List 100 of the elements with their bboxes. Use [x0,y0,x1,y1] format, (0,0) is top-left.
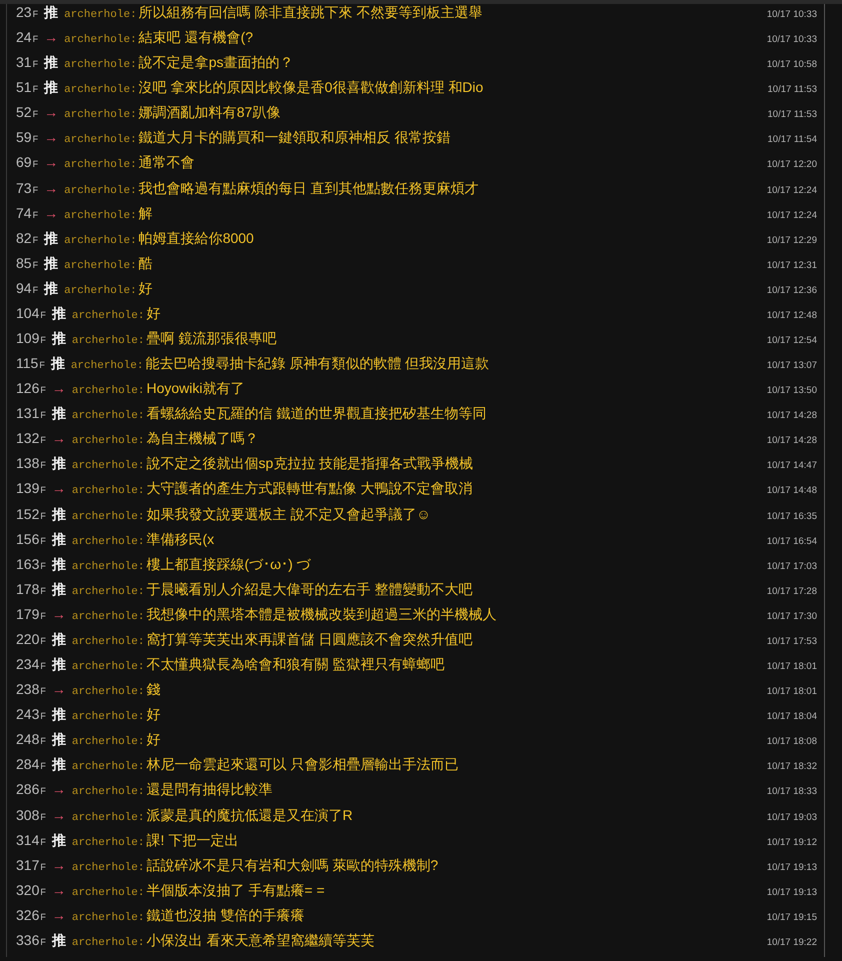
comment-tag: → [52,902,66,928]
comment-time: 10/17 18:33 [766,785,817,800]
comment-time: 10/17 18:01 [766,660,817,674]
comment-text: 好 [146,705,162,724]
floor-number: 73 F [16,178,38,198]
floor-number: 82 F [16,228,38,248]
username: archerhole: [64,234,137,249]
comment-text: 好 [146,730,162,750]
username: archerhole: [72,434,144,450]
comment-tag: 推 [52,326,66,352]
comment-tag: 推 [50,351,65,376]
comment-tag: 推 [44,276,58,301]
comment-time: 10/17 11:54 [768,133,817,148]
comment-tag: → [52,852,66,878]
floor-number: 317 F [16,856,46,875]
comment-tag: → [44,100,58,126]
comment-tag: 推 [52,727,66,752]
username: archerhole: [72,459,144,474]
comment-text: 好 [146,304,162,323]
comment-tag: 推 [44,250,58,276]
comment-time: 10/17 14:28 [766,434,817,448]
comment-text: 于晨曦看別人介紹是大偉哥的左右手 整體變動不大吧 [146,580,474,599]
comment-text: 課! 下把一定出 [146,830,240,850]
comment-tag: 推 [52,451,66,476]
comment-text: 不太懂典獄長為啥會和狼有關 監獄裡只有蟑螂吧 [146,655,446,674]
comment-time: 10/17 17:53 [766,634,817,649]
comment-tag: 推 [52,928,66,953]
username: archerhole: [64,58,137,74]
floor-number: 74F [16,204,38,223]
comment-tag: 推 [52,828,66,853]
floor-number: 326 F [16,906,46,925]
floor-number: 23 F [16,4,38,22]
comment-tag: 推 [44,75,58,100]
username: archerhole: [72,334,144,350]
username: archerhole: [72,836,144,851]
username: archerhole: [64,284,137,299]
comment-time: 10/17 19:15 [766,910,817,925]
comment-time: 10/17 12:24 [766,208,817,223]
floor-number: 132 F [16,429,46,448]
comment-time: 10/17 18:04 [766,710,817,724]
comment-tag: 推 [44,50,58,76]
comment-time: 10/17 14:48 [766,484,817,498]
comment-time: 10/17 12:29 [766,234,817,248]
comment-tag: → [44,125,58,150]
comment-time: 10/17 19:03 [766,810,817,824]
comment-tag: → [52,802,66,828]
comment-tag: → [52,677,66,702]
comment-text: 錢 [146,680,162,700]
username: archerhole: [64,8,137,23]
username: archerhole: [72,710,144,726]
comment-tag: → [52,777,66,802]
comment-time: 10/17 18:08 [766,735,817,750]
comment-tag: → [44,150,58,176]
comment-text: 準備移民(x [146,530,216,549]
comment-text: 還是問有抽得比較準 [146,780,274,800]
username: archerhole: [64,208,137,224]
floor-number: 178 F [16,580,46,599]
floor-number: 248 F [16,730,46,750]
comment-time: 10/17 13:07 [766,359,817,374]
username: archerhole: [72,660,144,676]
comment-text: 通常不會 [138,153,196,172]
floor-number: 85 F [16,254,38,273]
comment-tag: 推 [52,552,66,577]
floor-number: 320 F [16,880,46,900]
username: archerhole: [72,384,144,400]
comment-tag: 推 [52,702,66,728]
username: archerhole: [72,936,144,951]
comment-text: 小保沒出 看來天意希望窩繼續等芙芙 [146,930,376,950]
username: archerhole: [72,534,144,550]
comment-text: 能去巴哈搜尋抽卡紀錄 原神有類似的軟體 但我沒用這款 [145,354,490,374]
comment-text: 看螺絲給史瓦羅的信 鐵道的世界觀直接把矽基生物等同 [146,404,488,424]
floor-number: 59 F [16,128,38,148]
comment-text: 樓上都直接踩線(づ･ω･) づ [146,554,312,574]
comment-text: 結束吧 還有機會(? [138,28,254,48]
floor-number: 115 F [16,354,45,374]
floor-number: 51 F [16,78,38,98]
comment-text: 沒吧 拿來比的原因比較像是香0很喜歡做創新料理 和Dio [138,78,484,98]
username: archerhole: [64,184,137,199]
comment-time: 10/17 11:53 [768,83,817,98]
floor-number: 234 F [16,655,46,674]
comment-tag: → [44,25,58,50]
comment-time: 10/17 11:53 [768,108,817,122]
username: archerhole: [64,108,137,124]
comment-text: 我也會略過有點麻煩的每日 直到其他點數任務更麻煩才 [138,178,480,198]
comment-time: 10/17 16:54 [766,534,817,549]
comment-time: 10/17 18:01 [766,685,817,700]
comment-time: 10/17 19:12 [766,836,817,850]
comment-tag: → [52,602,66,627]
floor-number: 336 F [16,930,46,950]
floor-number: 152 F [16,504,46,524]
username: archerhole: [72,584,144,600]
comment-tag: → [52,426,66,452]
comment-text: 我想像中的黑塔本體是被機械改裝到超過三米的半機械人 [146,604,498,624]
comment-text: 鐵道也沒抽 雙倍的手癢癢 [146,906,306,925]
username: archerhole: [72,685,144,700]
comment-tag: → [44,176,58,201]
floor-number: 284 F [16,755,46,774]
username: archerhole: [72,634,144,650]
comment-tag: → [52,476,66,502]
comment-time: 10/17 10:58 [766,58,817,72]
